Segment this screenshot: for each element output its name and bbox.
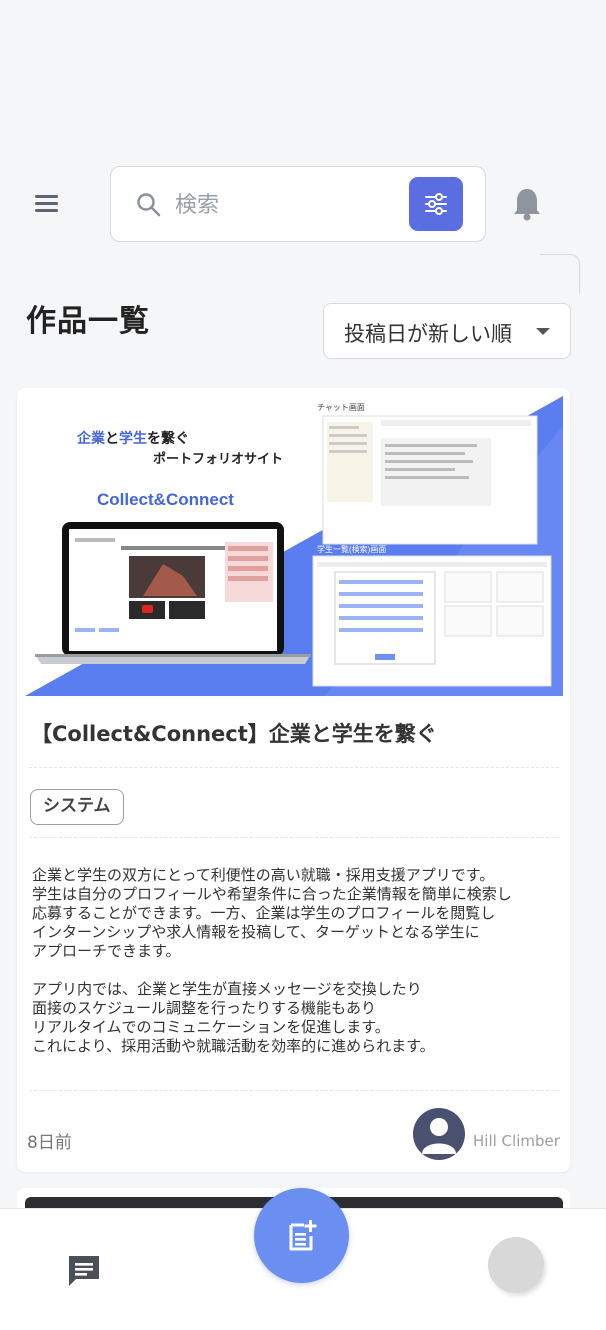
new-post-icon (289, 1219, 316, 1250)
search-input[interactable] (175, 187, 395, 223)
sliders-icon (425, 193, 447, 215)
sort-selected-label: 投稿日が新しい順 (344, 322, 512, 346)
user-icon (422, 1118, 456, 1154)
divider (29, 1090, 559, 1091)
posted-date: 8日前 (27, 1133, 72, 1153)
page-title: 作品一覧 (26, 304, 150, 339)
bell-icon[interactable] (510, 186, 544, 222)
thumb-brand: Collect&Connect (97, 490, 234, 509)
filter-button[interactable] (409, 177, 463, 231)
author-name[interactable]: Hill Climber (473, 1132, 560, 1150)
chevron-down-icon (536, 328, 550, 335)
divider (29, 767, 559, 768)
user-avatar[interactable] (488, 1237, 544, 1293)
top-bar (0, 166, 606, 242)
sort-select[interactable]: 投稿日が新しい順 (323, 303, 571, 359)
thumb-chat-label: チャット画面 (317, 403, 365, 412)
menu-icon[interactable] (30, 188, 62, 220)
work-thumbnail[interactable]: 企業と学生を繋ぐ ポートフォリオサイト Collect&Connect チャット… (25, 396, 563, 696)
thumb-headline-2: と (105, 430, 119, 446)
work-title[interactable]: 【Collect&Connect】企業と学生を繋ぐ (31, 718, 437, 748)
work-description: 企業と学生の双方にとって利便性の高い就職・採用支援アプリです。 学生は自分のプロ… (32, 866, 512, 1055)
author-avatar[interactable] (413, 1108, 465, 1160)
decorative-arc (540, 254, 580, 294)
new-post-button[interactable] (254, 1188, 349, 1283)
svg-text:企業と学生を繋ぐ: 企業と学生を繋ぐ (76, 430, 189, 446)
thumb-headline-4: を繋ぐ (147, 430, 189, 446)
thumbnail-graphic: 企業と学生を繋ぐ ポートフォリオサイト Collect&Connect チャット… (25, 396, 563, 696)
chat-icon[interactable] (66, 1253, 102, 1289)
category-tag[interactable]: システム (30, 789, 124, 825)
divider (29, 837, 559, 838)
thumb-headline-3: 学生 (119, 430, 147, 446)
search-icon (137, 193, 161, 217)
thumb-headline-1: 企業 (76, 430, 106, 446)
search-box (110, 166, 486, 242)
work-card[interactable]: 企業と学生を繋ぐ ポートフォリオサイト Collect&Connect チャット… (17, 388, 570, 1172)
thumb-search-label: 学生一覧(検索)画面 (317, 544, 386, 554)
thumb-subheadline: ポートフォリオサイト (153, 451, 283, 466)
